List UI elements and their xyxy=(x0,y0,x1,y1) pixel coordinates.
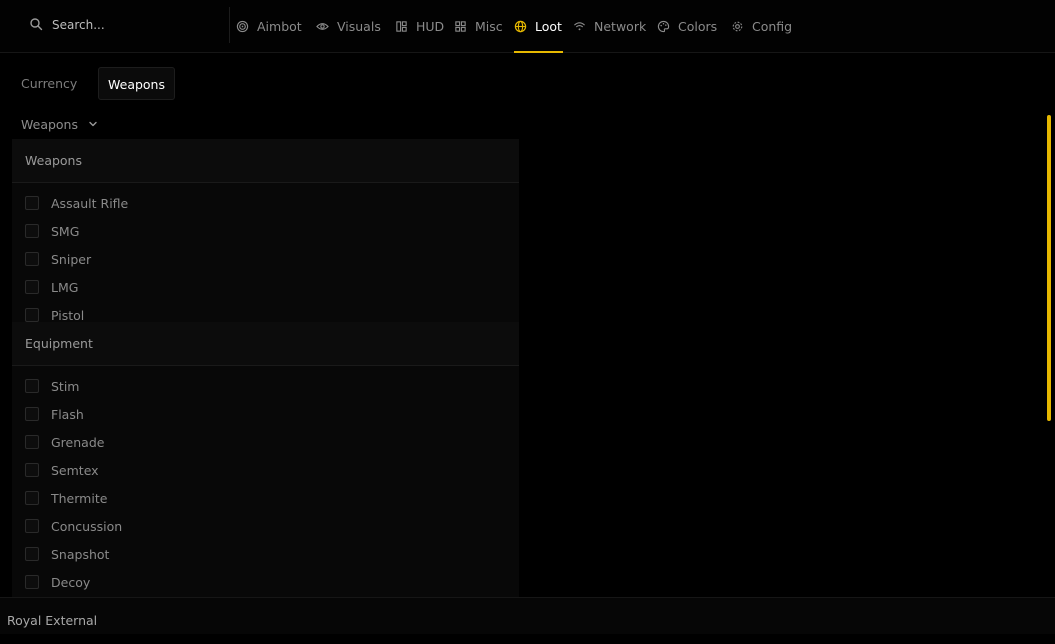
nav-tab-label: Visuals xyxy=(337,18,381,34)
checkbox[interactable] xyxy=(25,463,39,477)
checkbox-semtex[interactable]: Semtex xyxy=(25,460,99,480)
top-bar: Aimbot Visuals HUD Misc xyxy=(0,0,1055,53)
nav-tab-colors[interactable]: Colors xyxy=(657,0,717,52)
checkbox-lmg[interactable]: LMG xyxy=(25,277,78,297)
checkbox-label: SMG xyxy=(51,223,80,239)
nav-tab-loot[interactable]: Loot xyxy=(514,0,563,53)
nav-tab-visuals[interactable]: Visuals xyxy=(316,0,381,52)
loot-panel: Weapons Assault Rifle SMG Sniper LMG Pis… xyxy=(12,139,519,599)
footer-bar: Royal External xyxy=(0,597,1055,634)
nav-tab-label: Loot xyxy=(535,18,562,34)
nav-tab-label: Config xyxy=(752,18,793,34)
checkbox[interactable] xyxy=(25,280,39,294)
checkbox-label: LMG xyxy=(51,279,79,295)
scrollbar-thumb[interactable] xyxy=(1047,115,1051,421)
checkbox[interactable] xyxy=(25,491,39,505)
section-title: Weapons xyxy=(25,153,82,168)
footer-title: Royal External xyxy=(7,613,98,628)
search-icon xyxy=(30,18,43,31)
checkbox-decoy[interactable]: Decoy xyxy=(25,572,90,592)
nav-tab-aimbot[interactable]: Aimbot xyxy=(236,0,302,52)
chevron-down-icon xyxy=(89,121,97,127)
hud-icon xyxy=(396,20,407,32)
checkbox[interactable] xyxy=(25,379,39,393)
nav-tab-network[interactable]: Network xyxy=(573,0,646,52)
checkbox[interactable] xyxy=(25,196,39,210)
checkbox[interactable] xyxy=(25,224,39,238)
globe-icon xyxy=(514,20,527,32)
nav-tab-config[interactable]: Config xyxy=(731,0,792,52)
checkbox-sniper[interactable]: Sniper xyxy=(25,249,91,269)
checkbox-label: Thermite xyxy=(51,490,108,506)
nav-tab-label: Colors xyxy=(678,18,718,34)
checkbox-label: Semtex xyxy=(51,462,99,478)
checkbox-label: Grenade xyxy=(51,434,105,450)
checkbox-snapshot[interactable]: Snapshot xyxy=(25,544,109,564)
search-input[interactable] xyxy=(52,15,212,35)
checkbox-label: Flash xyxy=(51,406,84,422)
checkbox-flash[interactable]: Flash xyxy=(25,404,84,424)
nav-tab-label: Misc xyxy=(475,18,503,34)
category-dropdown[interactable]: Weapons xyxy=(21,114,98,134)
nav-tab-label: HUD xyxy=(416,18,445,34)
checkbox-label: Decoy xyxy=(51,574,91,590)
dropdown-label: Weapons xyxy=(21,116,78,132)
checkbox-thermite[interactable]: Thermite xyxy=(25,488,107,508)
checkbox-label: Pistol xyxy=(51,307,85,323)
nav-tab-misc[interactable]: Misc xyxy=(454,0,503,52)
target-icon xyxy=(236,20,249,32)
checkbox-assault-rifle[interactable]: Assault Rifle xyxy=(25,193,128,213)
grid-icon xyxy=(455,20,466,32)
checkbox[interactable] xyxy=(25,407,39,421)
checkbox[interactable] xyxy=(25,252,39,266)
checkbox-smg[interactable]: SMG xyxy=(25,221,79,241)
checkbox[interactable] xyxy=(25,519,39,533)
checkbox-label: Stim xyxy=(51,378,80,394)
wifi-icon xyxy=(574,21,585,30)
checkbox[interactable] xyxy=(25,575,39,589)
search-box[interactable] xyxy=(20,7,230,43)
checkbox-label: Assault Rifle xyxy=(51,195,129,211)
checkbox-stim[interactable]: Stim xyxy=(25,376,80,396)
checkbox[interactable] xyxy=(25,547,39,561)
gear-icon xyxy=(732,21,743,31)
checkbox-label: Concussion xyxy=(51,518,123,534)
subtab-weapons[interactable]: Weapons xyxy=(98,67,175,100)
checkbox[interactable] xyxy=(25,308,39,322)
section-title: Equipment xyxy=(25,336,93,351)
checkbox-concussion[interactable]: Concussion xyxy=(25,516,122,536)
checkbox-label: Snapshot xyxy=(51,546,110,562)
checkbox-grenade[interactable]: Grenade xyxy=(25,432,104,452)
nav-tab-label: Aimbot xyxy=(257,18,302,34)
checkbox-label: Sniper xyxy=(51,251,92,267)
palette-icon xyxy=(657,20,670,32)
eye-icon xyxy=(316,22,329,30)
checkbox[interactable] xyxy=(25,435,39,449)
nav-tab-label: Network xyxy=(594,18,647,34)
subtab-currency[interactable]: Currency xyxy=(12,67,86,100)
section-header-weapons: Weapons xyxy=(12,139,519,183)
nav-tab-hud[interactable]: HUD xyxy=(395,0,444,52)
section-header-equipment: Equipment xyxy=(12,322,519,366)
